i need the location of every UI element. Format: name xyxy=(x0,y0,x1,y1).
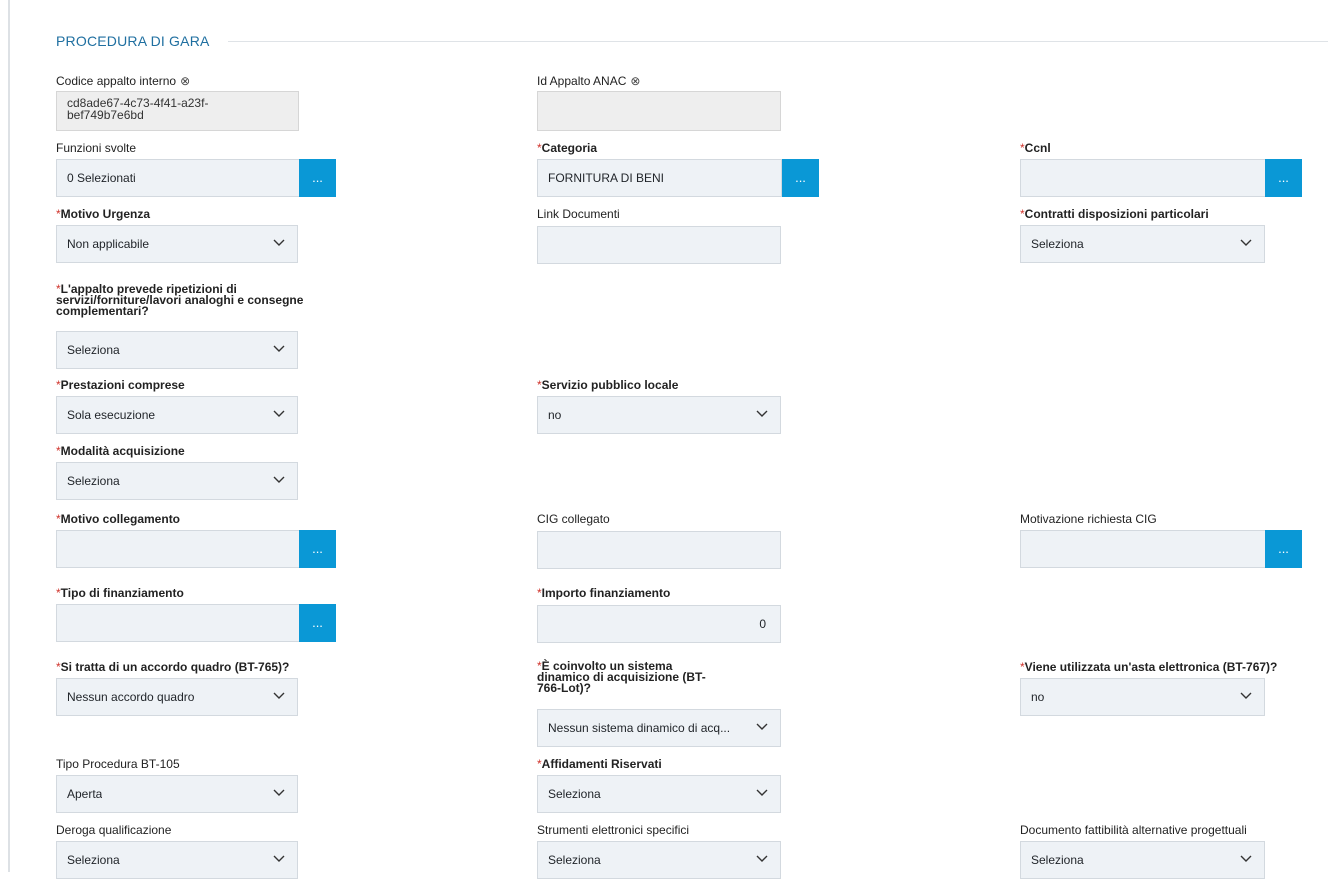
motivo-collegamento-button[interactable]: ... xyxy=(299,530,336,568)
motivazione-cig-label: Motivazione richiesta CIG xyxy=(1020,512,1157,526)
funzioni-svolte-label: Funzioni svolte xyxy=(56,141,137,155)
modalita-acquisizione-value: Seleziona xyxy=(67,474,120,488)
strumenti-elettronici-select[interactable]: Seleziona xyxy=(537,841,781,879)
motivo-collegamento-field[interactable] xyxy=(56,530,300,568)
importo-finanziamento-label: *Importo finanziamento xyxy=(537,586,671,600)
deroga-qualificazione-select[interactable]: Seleziona xyxy=(56,841,298,879)
tipo-finanziamento-button[interactable]: ... xyxy=(299,604,336,642)
sistema-dinamico-label: *È coinvolto un sistema dinamico di acqu… xyxy=(537,659,706,695)
servizio-pubblico-select[interactable]: no xyxy=(537,396,781,434)
chevron-down-icon xyxy=(756,723,768,730)
contratti-disposizioni-label: *Contratti disposizioni particolari xyxy=(1020,207,1209,221)
ripetizioni-label: *L'appalto prevede ripetizioni di serviz… xyxy=(56,282,304,318)
section-title: PROCEDURA DI GARA xyxy=(56,33,210,49)
prestazioni-comprese-label: *Prestazioni comprese xyxy=(56,378,185,392)
sistema-dinamico-select[interactable]: Nessun sistema dinamico di acq... xyxy=(537,709,781,747)
asta-elettronica-label: *Viene utilizzata un'asta elettronica (B… xyxy=(1020,660,1278,674)
servizio-pubblico-value: no xyxy=(548,408,562,422)
importo-finanziamento-input[interactable]: 0 xyxy=(537,605,781,643)
prestazioni-comprese-value: Sola esecuzione xyxy=(67,408,156,422)
categoria-field[interactable]: FORNITURA DI BENI xyxy=(537,159,782,197)
chevron-down-icon xyxy=(1240,855,1252,862)
id-appalto-anac-label: Id Appalto ANAC ⊗ xyxy=(537,74,641,88)
codice-appalto-value: cd8ade67-4c73-4f41-a23f-bef749b7e6bd xyxy=(67,97,209,121)
documento-fattibilita-label: Documento fattibilità alternative proget… xyxy=(1020,823,1247,837)
chevron-down-icon xyxy=(1240,239,1252,246)
ripetizioni-value: Seleziona xyxy=(67,343,120,357)
cig-collegato-input[interactable] xyxy=(537,531,781,569)
chevron-down-icon xyxy=(273,476,285,483)
motivo-urgenza-select[interactable]: Non applicabile xyxy=(56,225,298,263)
chevron-down-icon xyxy=(273,855,285,862)
motivo-urgenza-value: Non applicabile xyxy=(67,237,150,251)
motivazione-cig-button[interactable]: ... xyxy=(1265,530,1302,568)
accordo-quadro-select[interactable]: Nessun accordo quadro xyxy=(56,678,298,716)
strumenti-elettronici-value: Seleziona xyxy=(548,853,601,867)
codice-appalto-field[interactable]: cd8ade67-4c73-4f41-a23f-bef749b7e6bd xyxy=(56,91,299,131)
contratti-disposizioni-value: Seleziona xyxy=(1031,237,1084,251)
sistema-dinamico-value: Nessun sistema dinamico di acq... xyxy=(548,721,731,735)
clear-icon[interactable]: ⊗ xyxy=(180,74,190,88)
tipo-finanziamento-label: *Tipo di finanziamento xyxy=(56,586,184,600)
accordo-quadro-label: *Si tratta di un accordo quadro (BT-765)… xyxy=(56,660,290,674)
left-border xyxy=(8,0,10,872)
asta-elettronica-value: no xyxy=(1031,690,1045,704)
link-documenti-label: Link Documenti xyxy=(537,207,620,221)
accordo-quadro-value: Nessun accordo quadro xyxy=(67,690,195,704)
tipo-procedura-value: Aperta xyxy=(67,787,103,801)
modalita-acquisizione-select[interactable]: Seleziona xyxy=(56,462,298,500)
prestazioni-comprese-select[interactable]: Sola esecuzione xyxy=(56,396,298,434)
deroga-qualificazione-label: Deroga qualificazione xyxy=(56,823,172,837)
tipo-finanziamento-field[interactable] xyxy=(56,604,300,642)
categoria-value: FORNITURA DI BENI xyxy=(548,171,665,185)
servizio-pubblico-label: *Servizio pubblico locale xyxy=(537,378,679,392)
categoria-label: *Categoria xyxy=(537,141,598,155)
motivazione-cig-field[interactable] xyxy=(1020,530,1267,568)
documento-fattibilita-select[interactable]: Seleziona xyxy=(1020,841,1265,879)
chevron-down-icon xyxy=(1240,692,1252,699)
funzioni-svolte-button[interactable]: ... xyxy=(299,159,336,197)
chevron-down-icon xyxy=(756,789,768,796)
documento-fattibilita-value: Seleziona xyxy=(1031,853,1084,867)
affidamenti-riservati-label: *Affidamenti Riservati xyxy=(537,757,662,771)
ccnl-button[interactable]: ... xyxy=(1265,159,1302,197)
categoria-button[interactable]: ... xyxy=(782,159,819,197)
chevron-down-icon xyxy=(273,239,285,246)
motivo-urgenza-label: *Motivo Urgenza xyxy=(56,207,151,221)
affidamenti-riservati-select[interactable]: Seleziona xyxy=(537,775,781,813)
chevron-down-icon xyxy=(273,692,285,699)
modalita-acquisizione-label: *Modalità acquisizione xyxy=(56,444,185,458)
section-divider xyxy=(228,41,1328,42)
id-appalto-anac-field[interactable] xyxy=(537,91,781,131)
asta-elettronica-select[interactable]: no xyxy=(1020,678,1265,716)
ccnl-field[interactable] xyxy=(1020,159,1267,197)
motivo-collegamento-label: *Motivo collegamento xyxy=(56,512,181,526)
clear-icon[interactable]: ⊗ xyxy=(630,74,640,88)
funzioni-svolte-value: 0 Selezionati xyxy=(67,171,136,185)
tipo-procedura-select[interactable]: Aperta xyxy=(56,775,298,813)
funzioni-svolte-field[interactable]: 0 Selezionati xyxy=(56,159,300,197)
tipo-procedura-label: Tipo Procedura BT-105 xyxy=(56,757,180,771)
codice-appalto-label: Codice appalto interno ⊗ xyxy=(56,74,191,88)
link-documenti-input[interactable] xyxy=(537,226,781,264)
deroga-qualificazione-value: Seleziona xyxy=(67,853,120,867)
cig-collegato-label: CIG collegato xyxy=(537,512,610,526)
chevron-down-icon xyxy=(273,789,285,796)
contratti-disposizioni-select[interactable]: Seleziona xyxy=(1020,225,1265,263)
importo-finanziamento-value: 0 xyxy=(759,617,766,631)
ripetizioni-select[interactable]: Seleziona xyxy=(56,331,298,369)
strumenti-elettronici-label: Strumenti elettronici specifici xyxy=(537,823,690,837)
chevron-down-icon xyxy=(273,345,285,352)
affidamenti-riservati-value: Seleziona xyxy=(548,787,601,801)
chevron-down-icon xyxy=(273,410,285,417)
chevron-down-icon xyxy=(756,855,768,862)
ccnl-label: *Ccnl xyxy=(1020,141,1051,155)
chevron-down-icon xyxy=(756,410,768,417)
